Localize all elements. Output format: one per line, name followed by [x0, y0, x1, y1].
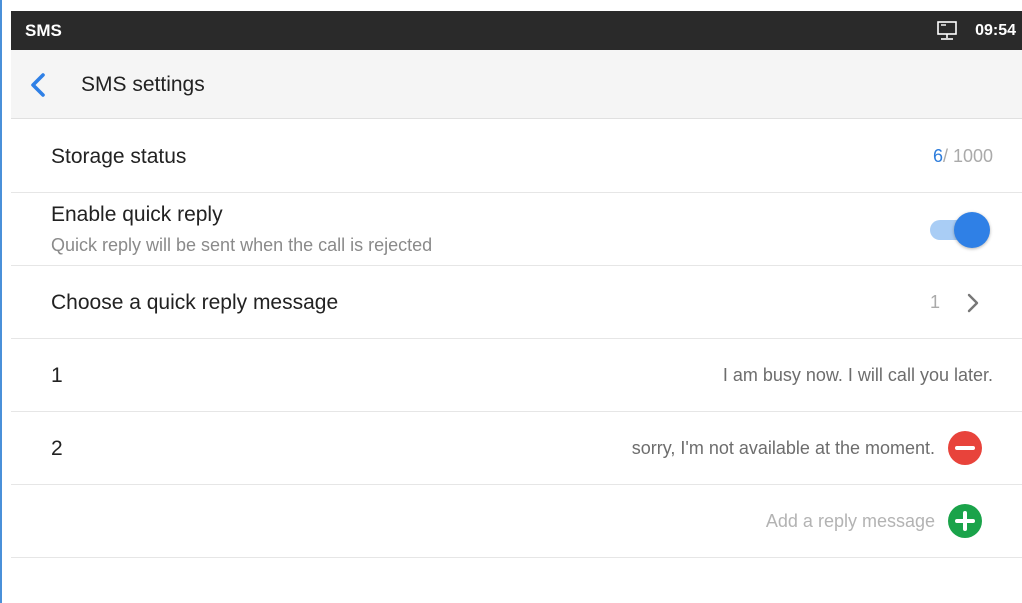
- status-bar: SMS 09:54: [11, 11, 1022, 50]
- remove-circle-icon: [955, 446, 975, 450]
- chevron-left-icon: [31, 73, 45, 97]
- storage-status-value: 6/ 1000: [933, 120, 993, 193]
- reply-message-row[interactable]: 2 sorry, I'm not available at the moment…: [11, 412, 1022, 485]
- add-circle-icon: [955, 511, 975, 531]
- toggle-knob: [954, 212, 990, 248]
- window-edge: [0, 0, 11, 603]
- choose-quick-reply-value: 1: [929, 292, 940, 312]
- add-reply-message-placeholder: Add a reply message: [765, 511, 935, 531]
- reply-message-index: 1: [51, 364, 63, 387]
- enable-quick-reply-description: Quick reply will be sent when the call i…: [51, 235, 433, 255]
- status-app-name: SMS: [25, 21, 62, 40]
- reply-message-index: 2: [51, 437, 63, 460]
- quick-reply-toggle[interactable]: [926, 212, 990, 248]
- enable-quick-reply-row[interactable]: Enable quick reply Quick reply will be s…: [11, 193, 1022, 266]
- window-top-edge: [0, 0, 1022, 9]
- enable-quick-reply-label: Enable quick reply: [51, 203, 223, 226]
- status-clock: 09:54: [975, 22, 1016, 39]
- add-reply-message-row[interactable]: Add a reply message: [11, 485, 1022, 558]
- screen: SMS 09:54 SMS settings Storage status 6/…: [0, 0, 1022, 603]
- remove-message-button[interactable]: [948, 431, 982, 465]
- page-title: SMS settings: [81, 73, 205, 96]
- back-button[interactable]: [23, 68, 53, 102]
- reply-message-row[interactable]: 1 I am busy now. I will call you later.: [11, 339, 1022, 412]
- app-header: SMS settings: [11, 50, 1022, 119]
- network-monitor-icon: [936, 21, 958, 41]
- add-message-button[interactable]: [948, 504, 982, 538]
- storage-status-row: Storage status 6/ 1000: [11, 120, 1022, 193]
- storage-total: / 1000: [942, 146, 993, 166]
- reply-message-text: I am busy now. I will call you later.: [722, 365, 993, 385]
- choose-quick-reply-label: Choose a quick reply message: [51, 291, 339, 314]
- storage-status-label: Storage status: [51, 145, 187, 168]
- reply-message-text: sorry, I'm not available at the moment.: [631, 438, 935, 458]
- choose-quick-reply-row[interactable]: Choose a quick reply message 1: [11, 266, 1022, 339]
- chevron-right-icon: [964, 292, 982, 314]
- storage-used-count: 6: [932, 146, 943, 166]
